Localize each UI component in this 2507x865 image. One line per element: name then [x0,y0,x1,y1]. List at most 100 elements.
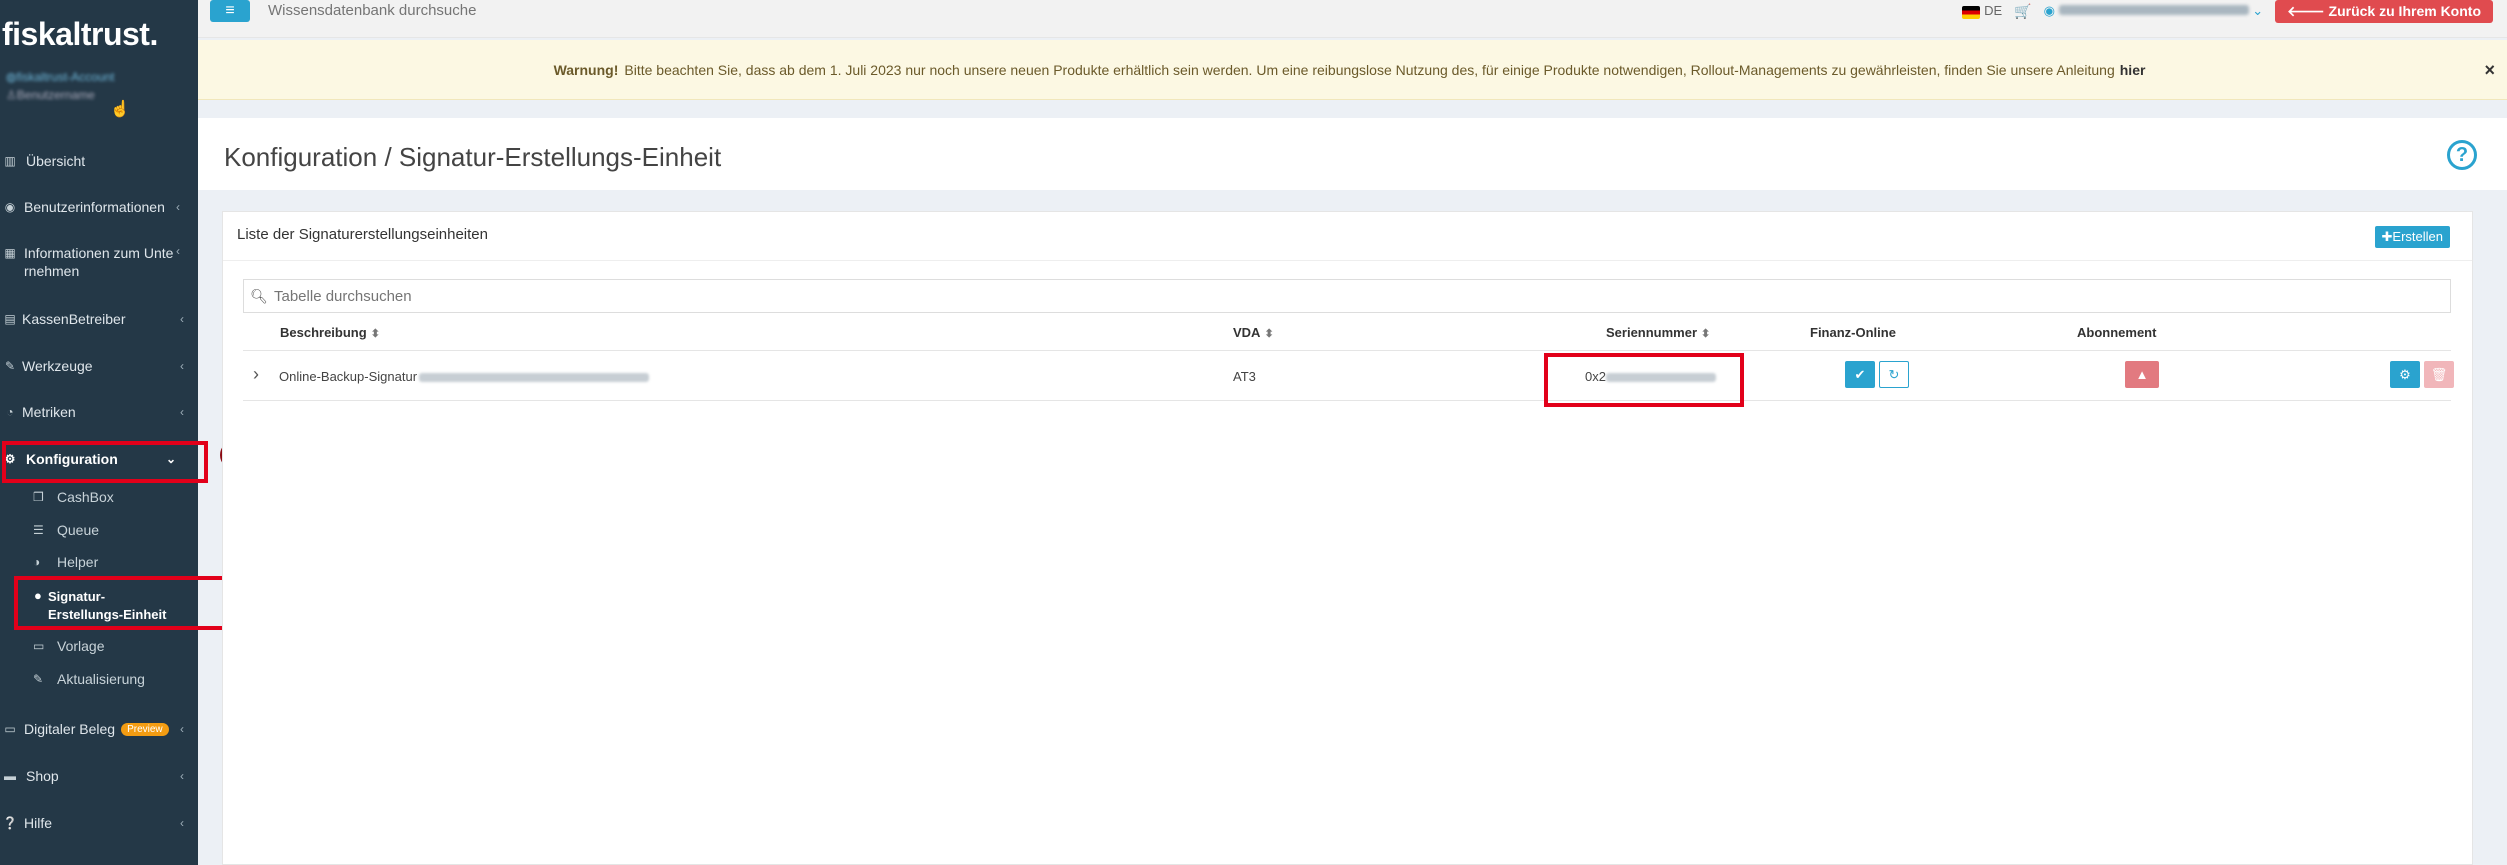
chevron-left-icon: ‹ [180,816,184,830]
sidebar-subitem-vorlage[interactable]: ▭ Vorlage [30,638,104,654]
adjust-icon: ◑ [33,555,41,569]
cell-beschreibung: Online-Backup-Signatur [279,369,650,384]
cube-icon: ❒ [33,490,44,504]
finanz-online-check-button[interactable]: ✔ [1845,361,1875,388]
chevron-left-icon: ‹ [180,359,184,373]
back-to-account-button[interactable]: 🡐 Zurück zu Ihrem Konto [2275,0,2493,23]
sidebar-item-user-info[interactable]: ◉ Benutzerinformationen ‹ [0,198,198,216]
german-flag-icon [1962,5,1981,19]
file-icon: ▭ [4,722,16,736]
user-email [2058,5,2249,15]
sort-icon: ⬍ [1264,328,1274,340]
credit-card-icon: ▬ [4,769,16,783]
finanz-online-refresh-button[interactable]: ↻ [1879,361,1909,388]
sort-icon: ⬍ [370,328,380,340]
sidebar-item-shop[interactable]: ▬ Shop ‹ [0,767,198,785]
annotation-box-1 [2,441,208,483]
bar-chart-icon: ▥ [4,154,16,168]
chevron-left-icon: ‹ [176,244,180,258]
table-search[interactable]: 🔍︎ [243,279,2451,313]
help-icon[interactable]: ? [2447,140,2477,170]
wrench-icon: ✎ [33,672,44,686]
sidebar: fiskaltrust. ◍fiskaltrust-Account ♙Benut… [0,0,198,865]
sidebar-item-werkzeuge[interactable]: ✎ Werkzeuge ‹ [0,357,198,375]
sidebar-item-kassenbetreiber[interactable]: ▤ KassenBetreiber ‹ [0,310,198,328]
building-icon: ▦ [4,246,16,260]
table-row[interactable]: › Online-Backup-Signatur AT3 0x2 ✔ ↻ ▲ ⚙… [243,350,2454,401]
settings-button[interactable]: ⚙ [2390,361,2420,388]
signature-units-card: Liste der Signaturerstellungseinheiten ✚… [222,211,2473,865]
sidebar-subitem-cashbox[interactable]: ❒ CashBox [30,489,114,505]
warning-label: Warnung! [553,61,619,78]
sidebar-item-company-info[interactable]: ▦ Informationen zum Unternehmen ‹ [0,244,198,280]
sidebar-item-digitaler-beleg[interactable]: ▭ Digitaler Beleg Preview ‹ [0,720,198,738]
chevron-left-icon: ‹ [180,312,184,326]
chevron-down-icon: ⌄ [2252,3,2264,18]
wrench-icon: ✎ [4,359,16,373]
create-button[interactable]: ✚Erstellen [2374,226,2450,248]
sidebar-subitem-aktualisierung[interactable]: ✎ Aktualisierung [30,671,145,687]
annotation-box-serial [1544,353,1744,407]
database-icon: ☰ [33,523,44,537]
column-header-vda[interactable]: VDA ⬍ [1233,325,1274,340]
gear-icon: ⚙ [2399,366,2411,382]
warning-banner: Warnung! Bitte beachten Sie, dass ab dem… [198,40,2507,100]
table-search-input[interactable] [274,287,674,305]
top-bar: ≡ DE 🛒 ◉ ⌄ 🡐 Zurück zu Ihrem Konto [198,0,2507,38]
file-text-icon: ▭ [33,639,45,653]
warning-link[interactable]: hier [2120,62,2146,78]
top-right-controls: DE 🛒 ◉ ⌄ 🡐 Zurück zu Ihrem Konto [1962,0,2493,23]
trash-icon: 🗑 [2430,366,2448,382]
sidebar-subitem-queue[interactable]: ☰ Queue [30,522,99,538]
sidebar-item-metriken[interactable]: ◔ Metriken ‹ [0,403,198,421]
user-icon: ♙ [6,88,17,102]
redacted-text [419,373,650,383]
column-header-abonnement: Abonnement [2077,325,2157,340]
user-circle-icon: ◉ [2043,3,2055,18]
logo[interactable]: fiskaltrust. [2,16,158,53]
user-circle-icon: ◉ [4,200,16,214]
page-title: Konfiguration / Signatur-Erstellungs-Ein… [224,142,722,172]
chevron-left-icon: ‹ [180,722,184,736]
mouse-pointer-icon: ☝ [110,101,130,118]
chevron-left-icon: ‹ [180,769,184,783]
column-header-finanz-online: Finanz-Online [1810,325,1896,340]
chevron-left-icon: ‹ [176,200,180,214]
card-divider [223,260,2472,261]
delete-button[interactable]: 🗑 [2424,361,2454,388]
sidebar-item-hilfe[interactable]: ❔ Hilfe ‹ [0,814,198,832]
chevron-right-icon[interactable]: › [253,364,259,385]
plus-icon: ✚ [2381,229,2393,244]
column-header-beschreibung[interactable]: Beschreibung ⬍ [280,325,380,340]
close-icon[interactable]: × [2484,60,2495,81]
page-header: Konfiguration / Signatur-Erstellungs-Ein… [198,118,2507,190]
card-title: Liste der Signaturerstellungseinheiten [237,226,488,243]
arrow-left-icon: 🡐 [2287,2,2325,19]
warning-text: Bitte beachten Sie, dass ab dem 1. Juli … [624,61,2115,78]
refresh-icon: ↻ [1888,366,1900,382]
account-name[interactable]: ◍fiskaltrust-Account [6,70,115,84]
preview-badge: Preview [121,722,169,736]
dashboard-icon: ◔ [6,405,14,419]
account-icon: ◍ [6,70,17,84]
cart-icon[interactable]: 🛒 [2014,3,2031,20]
question-circle-icon: ❔ [2,816,18,830]
user-menu[interactable]: ◉ ⌄ [2044,3,2264,19]
sidebar-item-overview[interactable]: ▥ Übersicht [0,152,198,170]
language-selector[interactable]: DE [1962,3,2002,19]
menu-toggle-button[interactable]: ≡ [210,0,250,22]
subscription-warning-button[interactable]: ▲ [2125,361,2159,388]
warning-icon: ▲ [2135,367,2149,382]
brand-area: fiskaltrust. ◍fiskaltrust-Account ♙Benut… [0,0,198,130]
sidebar-subitem-helper[interactable]: ◑ Helper [30,554,98,570]
book-icon: ▤ [4,312,16,326]
sort-icon: ⬍ [1701,328,1711,340]
cell-vda: AT3 [1233,369,1256,384]
column-header-seriennummer[interactable]: Seriennummer ⬍ [1606,325,1710,340]
user-name[interactable]: ♙Benutzername [6,88,95,102]
check-icon: ✔ [1854,366,1866,382]
knowledge-base-search-input[interactable] [268,0,508,20]
search-icon: 🔍︎ [250,287,268,304]
chevron-left-icon: ‹ [180,405,184,419]
annotation-box-2 [14,576,239,630]
